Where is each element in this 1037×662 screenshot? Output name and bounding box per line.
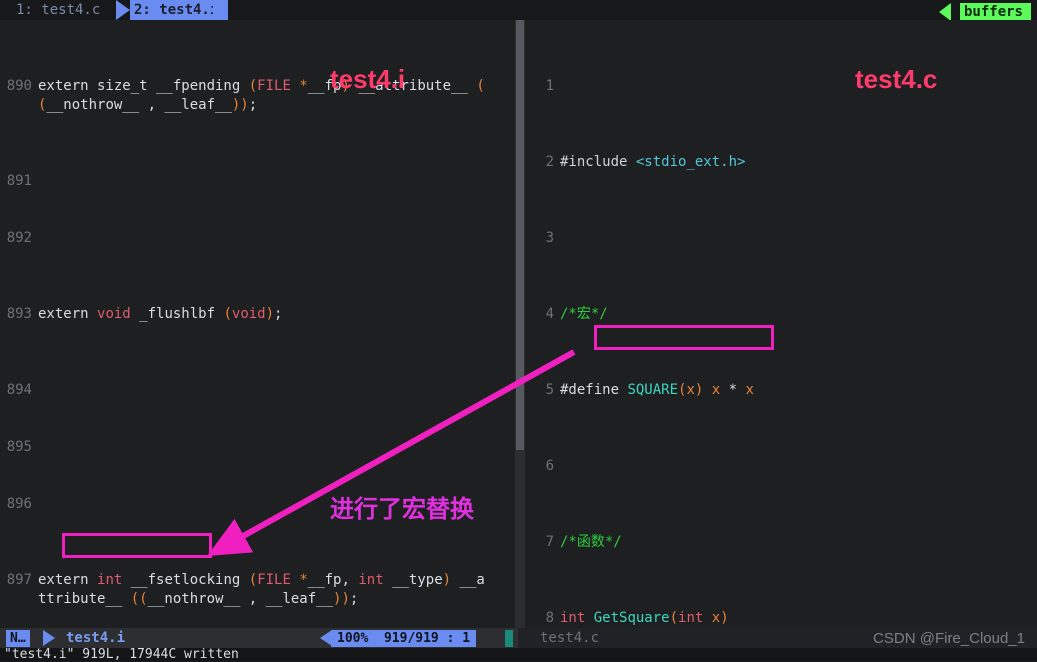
line-number: 3: [545, 230, 554, 246]
statusbar-right-filename: test4.c: [540, 630, 600, 646]
line-number: 894: [6, 382, 32, 398]
tab-test4-c[interactable]: 1: test4.c: [10, 0, 106, 20]
buffers-label[interactable]: buffers: [959, 3, 1031, 21]
mode-indicator: N…: [6, 630, 30, 647]
mode-arrow-icon: [43, 630, 55, 646]
line-number: 890: [6, 78, 32, 94]
cursor-position: 919/919 : 1: [383, 631, 471, 646]
line-number: 7: [545, 534, 554, 550]
statusbar-position: 100% 919/919 : 1: [331, 630, 477, 647]
comment-function: /*函数*/: [560, 534, 622, 550]
annotation-label-left: test4.i: [330, 64, 406, 94]
code-line: 892: [0, 229, 485, 248]
code-line: 7 /*函数*/: [528, 533, 813, 552]
statusbar-cap: [505, 630, 513, 647]
annotation-box-left: [62, 533, 212, 558]
line-number: 5: [545, 382, 554, 398]
line-number: 892: [6, 230, 32, 246]
annotation-label-right: test4.c: [855, 64, 938, 94]
line-number: 4: [545, 306, 554, 322]
tabline: 1: test4.c 2: test4.i buffers: [0, 0, 1037, 21]
code-line: 895: [0, 438, 485, 457]
comment-macro: /*宏*/: [560, 306, 608, 322]
tab-separator-arrow-icon: [116, 0, 130, 20]
statusbar-filename: test4.i: [66, 630, 126, 646]
statusbar-left-pane: N… test4.i 100% 919/919 : 1: [0, 628, 518, 648]
line-number: 893: [6, 306, 32, 322]
code-line: 891: [0, 172, 485, 191]
code-lines-right: 1 2 #include <stdio_ext.h> 3 4 /*宏*/ 5 #def…: [528, 20, 813, 628]
line-number: 896: [6, 496, 32, 512]
vertical-scrollbar-thumb[interactable]: [516, 20, 524, 450]
command-line-message: "test4.i" 919L, 17944C written: [4, 647, 239, 662]
line-number: 895: [6, 439, 32, 455]
code-line: 894: [0, 381, 485, 400]
scroll-percent: 100%: [337, 631, 369, 646]
buffers-arrow-icon: [939, 3, 951, 21]
code-line: 893 extern void _flushlbf (void);: [0, 305, 485, 324]
line-number: 891: [6, 173, 32, 189]
editor-pane-right[interactable]: 1 2 #include <stdio_ext.h> 3 4 /*宏*/ 5 #def…: [528, 20, 1037, 628]
code-line: 8 int GetSquare(int x): [528, 609, 813, 628]
code-line: 890 extern size_t __fpending (FILE *__fp)…: [0, 77, 485, 115]
code-line: 3: [528, 229, 813, 248]
annotation-note-text: 进行了宏替换: [330, 495, 474, 523]
line-number: 1: [545, 78, 554, 94]
statusbar: N… test4.i 100% 919/919 : 1 test4.c "tes…: [0, 628, 1037, 662]
code-line: 2 #include <stdio_ext.h>: [528, 153, 813, 172]
code-line: 4 /*宏*/: [528, 305, 813, 324]
code-line: 897 extern int __fsetlocking (FILE *__fp,…: [0, 571, 485, 609]
code-line: 5 #define SQUARE(x) x * x: [528, 381, 813, 400]
code-line: 6: [528, 457, 813, 476]
code-line: 1: [528, 77, 813, 96]
vim-editor-window: 1: test4.c 2: test4.i buffers 890 extern …: [0, 0, 1037, 662]
line-number: 2: [545, 154, 554, 170]
line-number: 8: [545, 610, 554, 626]
line-number: 6: [545, 458, 554, 474]
tab-active-arrow-icon: [213, 0, 227, 20]
annotation-box-right: [594, 325, 774, 350]
line-number: 897: [6, 572, 32, 588]
watermark: CSDN @Fire_Cloud_1: [873, 630, 1025, 647]
